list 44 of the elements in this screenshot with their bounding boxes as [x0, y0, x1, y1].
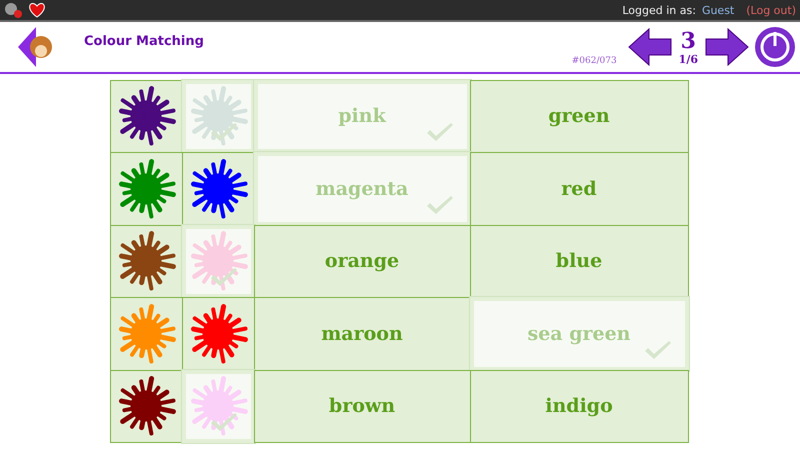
colour-word: green	[548, 105, 610, 128]
heart-icon	[28, 2, 46, 18]
colour-word: maroon	[321, 322, 403, 345]
previous-arrow-icon[interactable]	[626, 27, 673, 67]
colour-word: magenta	[316, 178, 408, 200]
colour-word: sea green	[528, 322, 630, 345]
colour-word: red	[561, 178, 597, 200]
next-arrow-icon[interactable]	[704, 27, 750, 67]
item-code: #062/073	[572, 56, 617, 66]
word-card[interactable]: green	[470, 80, 688, 153]
check-icon	[208, 268, 238, 288]
color-card[interactable]	[110, 297, 182, 370]
word-card[interactable]: pink	[254, 80, 470, 153]
network-icon	[4, 2, 24, 18]
colour-word: pink	[338, 105, 386, 128]
word-card[interactable]: maroon	[254, 297, 470, 370]
color-card[interactable]	[182, 297, 254, 370]
power-icon[interactable]	[754, 26, 796, 68]
color-card[interactable]	[110, 80, 182, 153]
word-card[interactable]: magenta	[254, 152, 470, 226]
check-icon	[208, 123, 238, 143]
check-icon	[424, 196, 454, 216]
user-name: Guest	[702, 4, 734, 16]
word-card[interactable]: sea green	[470, 297, 688, 370]
check-icon	[424, 123, 454, 143]
color-card[interactable]	[110, 370, 182, 443]
word-card[interactable]: orange	[254, 224, 470, 298]
color-card[interactable]	[110, 224, 182, 298]
colour-word: orange	[324, 250, 400, 272]
logout-link[interactable]: (Log out)	[746, 4, 796, 16]
word-card[interactable]: brown	[254, 370, 470, 443]
color-card[interactable]	[110, 152, 182, 226]
word-card[interactable]: blue	[470, 224, 688, 298]
colour-word: indigo	[545, 395, 613, 418]
login-label: Logged in as:	[622, 4, 696, 16]
color-card[interactable]	[182, 152, 254, 226]
check-icon	[642, 340, 672, 360]
word-card[interactable]: indigo	[470, 370, 688, 443]
activity-title: Colour Matching	[84, 34, 204, 49]
colour-word: brown	[328, 395, 396, 418]
check-icon	[208, 413, 238, 433]
word-card[interactable]: red	[470, 152, 688, 226]
score: 3	[680, 28, 696, 52]
colour-word: blue	[556, 250, 602, 272]
